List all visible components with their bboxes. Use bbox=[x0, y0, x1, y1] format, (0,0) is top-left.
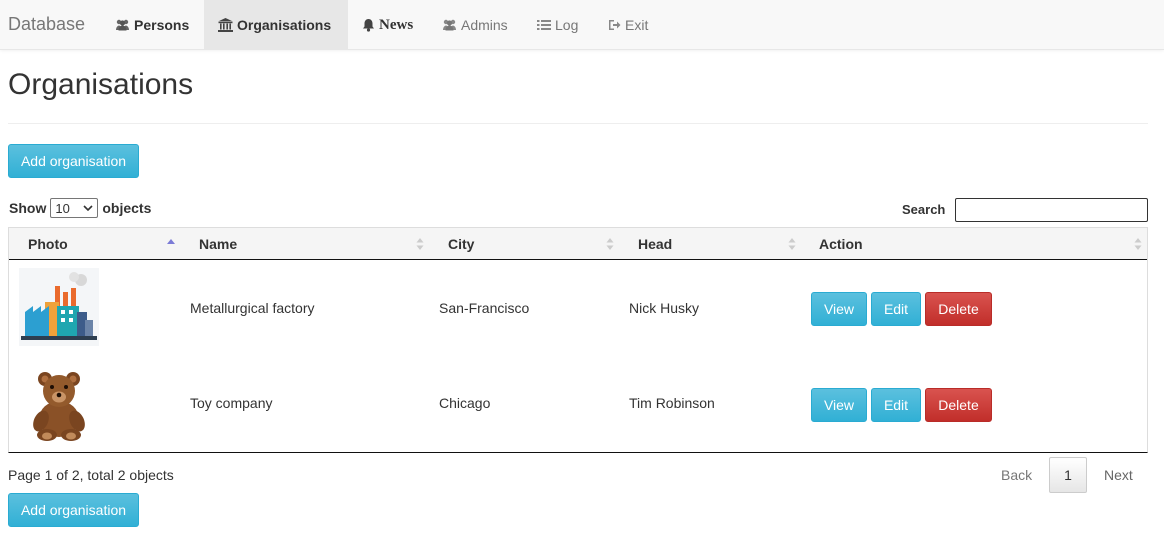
row-name: Metallurgical factory bbox=[190, 300, 315, 316]
table-header: Photo Name City Head Action bbox=[9, 228, 1147, 260]
pagination-page-1[interactable]: 1 bbox=[1049, 457, 1087, 493]
column-header-name[interactable]: Name bbox=[199, 236, 237, 252]
brand[interactable]: Database bbox=[8, 14, 85, 35]
nav-persons[interactable]: Persons bbox=[101, 0, 203, 50]
nav-organisations[interactable]: Organisations bbox=[204, 0, 348, 50]
search-label: Search bbox=[902, 202, 946, 217]
page-size-value: 10 bbox=[55, 200, 70, 216]
row-head: Nick Husky bbox=[629, 300, 700, 316]
objects-label: objects bbox=[102, 200, 152, 216]
row-name: Toy company bbox=[190, 395, 273, 411]
nav-admins[interactable]: Admins bbox=[428, 0, 522, 50]
bank-icon bbox=[218, 18, 233, 32]
users-icon bbox=[115, 19, 130, 31]
logout-icon bbox=[608, 19, 621, 31]
view-button[interactable]: View bbox=[811, 388, 867, 422]
nav-news[interactable]: News bbox=[348, 0, 427, 50]
bell-icon bbox=[362, 18, 375, 32]
nav-label: Log bbox=[555, 17, 579, 33]
edit-button[interactable]: Edit bbox=[871, 292, 921, 326]
edit-button[interactable]: Edit bbox=[871, 388, 921, 422]
row-head: Tim Robinson bbox=[629, 395, 715, 411]
users-icon bbox=[442, 19, 457, 31]
factory-image bbox=[19, 268, 99, 346]
chevron-down-icon bbox=[83, 205, 93, 211]
pagination-info: Page 1 of 2, total 2 objects bbox=[8, 467, 174, 483]
add-organisation-button[interactable]: Add organisation bbox=[8, 493, 139, 527]
table-row: Toy company Chicago Tim Robinson View Ed… bbox=[9, 357, 1147, 453]
sort-icon[interactable] bbox=[606, 237, 614, 251]
show-label: Show bbox=[9, 200, 47, 216]
nav-exit[interactable]: Exit bbox=[594, 0, 662, 50]
delete-button[interactable]: Delete bbox=[925, 292, 992, 326]
nav-label: News bbox=[379, 16, 414, 33]
sort-icon[interactable] bbox=[416, 237, 424, 251]
view-button[interactable]: View bbox=[811, 292, 867, 326]
nav-label: Exit bbox=[625, 17, 649, 33]
pagination-back[interactable]: Back bbox=[1001, 467, 1032, 483]
delete-button[interactable]: Delete bbox=[925, 388, 992, 422]
column-header-head[interactable]: Head bbox=[638, 236, 672, 252]
column-header-photo[interactable]: Photo bbox=[28, 236, 68, 252]
teddy-bear-image bbox=[19, 365, 99, 443]
organisations-table: Photo Name City Head Action Metallurgica… bbox=[8, 227, 1148, 453]
list-icon bbox=[537, 19, 551, 31]
table-row: Metallurgical factory San-Francisco Nick… bbox=[9, 261, 1147, 357]
nav-log[interactable]: Log bbox=[523, 0, 592, 50]
divider bbox=[8, 123, 1148, 124]
nav-label: Admins bbox=[461, 17, 508, 33]
search-input[interactable] bbox=[955, 198, 1148, 222]
page-size-select[interactable]: 10 bbox=[50, 198, 99, 218]
page-size-control: Show 10 objects bbox=[9, 198, 151, 218]
column-header-action: Action bbox=[819, 236, 863, 252]
nav-label: Persons bbox=[134, 17, 190, 33]
column-header-city[interactable]: City bbox=[448, 236, 474, 252]
sort-icon[interactable] bbox=[788, 237, 796, 251]
row-city: San-Francisco bbox=[439, 300, 530, 316]
page-title: Organisations bbox=[8, 68, 194, 101]
navbar: Database Persons Organisations News Admi… bbox=[0, 0, 1164, 50]
sort-asc-icon[interactable] bbox=[167, 237, 175, 251]
sort-icon[interactable] bbox=[1134, 237, 1142, 251]
pagination-next[interactable]: Next bbox=[1104, 467, 1133, 483]
nav-label: Organisations bbox=[237, 17, 332, 33]
row-city: Chicago bbox=[439, 395, 491, 411]
add-organisation-button[interactable]: Add organisation bbox=[8, 144, 139, 178]
